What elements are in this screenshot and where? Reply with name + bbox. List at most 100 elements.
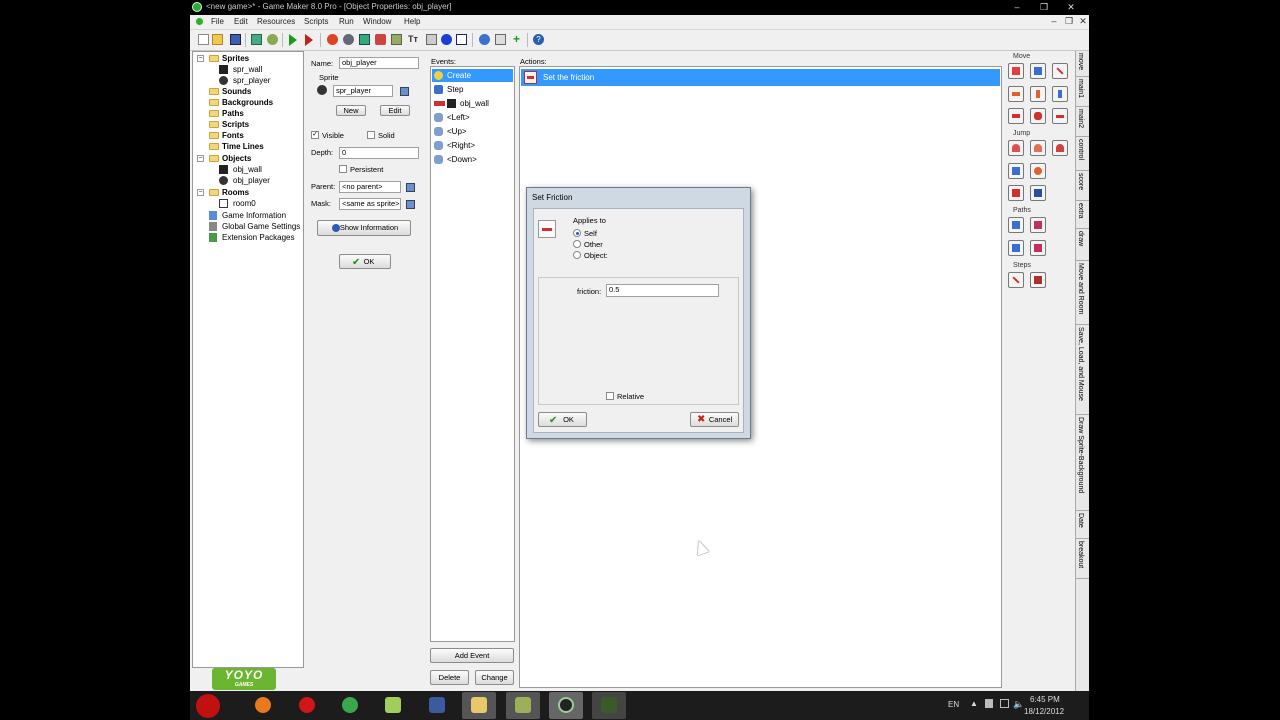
debug-run-icon[interactable] — [305, 34, 313, 46]
close-icon[interactable]: ✕ — [1062, 1, 1080, 13]
menu-window[interactable]: Window — [363, 17, 391, 26]
tree-spr-player[interactable]: spr_player — [213, 75, 293, 86]
tab-control[interactable]: control — [1076, 137, 1089, 171]
taskbar-notepad[interactable] — [376, 692, 410, 719]
tab-move-and-room[interactable]: Move and Room — [1076, 261, 1089, 325]
tree-rooms[interactable]: − Rooms — [197, 187, 297, 198]
step-avoiding-icon[interactable] — [1030, 272, 1046, 288]
relative-checkbox[interactable] — [606, 392, 614, 400]
path-speed-icon[interactable] — [1030, 240, 1046, 256]
add-font-icon[interactable]: Tт — [408, 34, 419, 45]
move-fixed-icon[interactable] — [1008, 63, 1024, 79]
tree-sounds[interactable]: Sounds — [197, 86, 297, 97]
tree-spr-wall[interactable]: spr_wall — [213, 64, 293, 75]
language-indicator[interactable]: EN — [948, 700, 959, 709]
menu-file[interactable]: File — [211, 17, 224, 26]
tree-game-information[interactable]: Game Information — [197, 210, 301, 221]
tab-main2[interactable]: main2 — [1076, 107, 1089, 137]
menu-run[interactable]: Run — [339, 17, 354, 26]
reverse-vertical-icon[interactable] — [1030, 108, 1046, 124]
new-file-icon[interactable] — [198, 34, 209, 45]
align-to-grid-icon[interactable] — [1008, 163, 1024, 179]
taskbar-game-maker[interactable] — [549, 692, 583, 719]
show-information-button[interactable]: Show Information — [317, 220, 411, 236]
add-sprite-icon[interactable] — [327, 34, 338, 45]
menu-help[interactable]: Help — [404, 17, 420, 26]
run-icon[interactable] — [289, 34, 297, 46]
taskbar-firefox[interactable] — [246, 692, 280, 719]
tab-draw[interactable]: draw — [1076, 229, 1089, 261]
change-event-button[interactable]: Change — [475, 670, 514, 685]
volume-icon[interactable]: 🔈 — [1013, 699, 1024, 710]
applies-self-radio[interactable] — [573, 229, 581, 237]
visible-checkbox[interactable]: ✓ — [311, 131, 319, 139]
tree-backgrounds[interactable]: Backgrounds — [197, 97, 297, 108]
tab-save-load-mouse[interactable]: Save, Load, and Mouse — [1076, 325, 1089, 415]
menu-app-icon[interactable] — [195, 17, 204, 26]
tree-room0[interactable]: room0 — [213, 198, 293, 209]
action-set-friction[interactable]: Set the friction — [521, 69, 1000, 86]
menu-edit[interactable]: Edit — [234, 17, 248, 26]
tab-main1[interactable]: main1 — [1076, 77, 1089, 107]
clock-date[interactable]: 18/12/2012 — [1024, 707, 1064, 716]
taskbar-game-window[interactable] — [592, 692, 626, 719]
tree-fonts[interactable]: Fonts — [197, 130, 297, 141]
add-path-icon[interactable] — [375, 34, 386, 45]
event-key-right[interactable]: <Right> — [432, 139, 513, 152]
event-create[interactable]: Create — [432, 69, 513, 82]
reverse-horizontal-icon[interactable] — [1008, 108, 1024, 124]
step-towards-icon[interactable] — [1008, 272, 1024, 288]
set-gravity-icon[interactable] — [1052, 86, 1068, 102]
tab-date[interactable]: Date — [1076, 511, 1089, 539]
move-to-contact-icon[interactable] — [1008, 185, 1024, 201]
taskbar-explorer[interactable] — [462, 692, 496, 719]
tab-extra[interactable]: extra — [1076, 201, 1089, 229]
tab-breakout[interactable]: breakout — [1076, 539, 1089, 579]
game-info-icon[interactable] — [479, 34, 490, 45]
tree-global-settings[interactable]: Global Game Settings — [197, 221, 301, 232]
edit-sprite-button[interactable]: Edit — [380, 105, 410, 116]
tree-extension-packages[interactable]: Extension Packages — [197, 232, 301, 243]
tree-paths[interactable]: Paths — [197, 108, 297, 119]
end-path-icon[interactable] — [1030, 217, 1046, 233]
depth-input[interactable]: 0 — [339, 147, 419, 159]
publish-icon[interactable] — [267, 34, 278, 45]
name-input[interactable]: obj_player — [339, 57, 419, 69]
add-object-icon[interactable] — [441, 34, 452, 45]
open-folder-icon[interactable] — [212, 34, 223, 45]
maximize-icon[interactable]: ❐ — [1035, 1, 1053, 13]
flag-icon[interactable] — [985, 699, 993, 708]
add-timeline-icon[interactable] — [426, 34, 437, 45]
speed-horizontal-icon[interactable] — [1008, 86, 1024, 102]
add-room-icon[interactable] — [456, 34, 467, 45]
event-key-left[interactable]: <Left> — [432, 111, 513, 124]
mdi-close-icon[interactable]: ✕ — [1074, 15, 1089, 27]
add-event-button[interactable]: Add Event — [430, 648, 514, 663]
mask-select[interactable]: <same as sprite> — [339, 198, 401, 210]
ok-button[interactable]: ✔ OK — [339, 254, 391, 269]
tab-move[interactable]: move — [1076, 51, 1089, 77]
taskbar-game-editor[interactable] — [506, 692, 540, 719]
speed-vertical-icon[interactable] — [1030, 86, 1046, 102]
parent-select[interactable]: <no parent> — [339, 181, 401, 193]
applies-object-radio[interactable] — [573, 251, 581, 259]
tree-obj-player[interactable]: obj_player — [213, 175, 293, 186]
taskbar-chrome[interactable] — [333, 692, 367, 719]
tree-obj-wall[interactable]: obj_wall — [213, 164, 293, 175]
new-sprite-button[interactable]: New — [336, 105, 366, 116]
move-towards-icon[interactable] — [1052, 63, 1068, 79]
jump-to-position-icon[interactable] — [1008, 140, 1024, 156]
event-collision-obj-wall[interactable]: obj_wall — [432, 97, 513, 110]
tree-scripts[interactable]: Scripts — [197, 119, 297, 130]
jump-to-start-icon[interactable] — [1030, 140, 1046, 156]
taskbar-opera[interactable] — [290, 692, 324, 719]
set-path-icon[interactable] — [1008, 217, 1024, 233]
tree-objects[interactable]: − Objects — [197, 153, 297, 164]
taskbar-devcpp[interactable] — [420, 692, 454, 719]
solid-checkbox[interactable] — [367, 131, 375, 139]
sprite-menu-icon[interactable] — [400, 87, 409, 96]
event-step[interactable]: Step — [432, 83, 513, 96]
mask-menu-icon[interactable] — [406, 200, 415, 209]
extensions-icon[interactable]: + — [511, 33, 522, 45]
tree-sprites[interactable]: − Sprites — [197, 53, 297, 64]
